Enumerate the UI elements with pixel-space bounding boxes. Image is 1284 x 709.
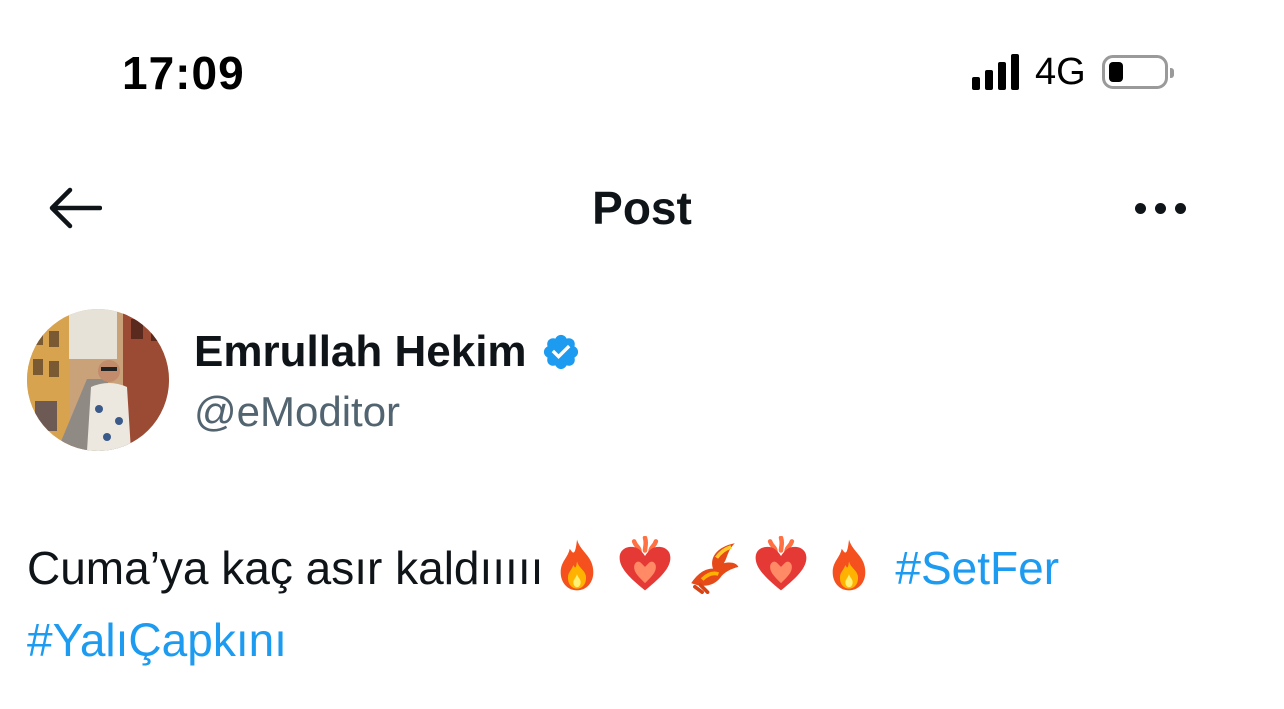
post-text: Cuma’ya kaç asır kaldııııı #SetFer #Yalı… [27, 532, 1267, 676]
battery-icon [1101, 55, 1174, 89]
more-options-button[interactable] [1124, 184, 1196, 232]
author-name-row[interactable]: Emrullah Hekim [194, 324, 581, 380]
fire-emoji-icon [561, 539, 594, 591]
avatar[interactable] [27, 309, 169, 451]
hashtag-link[interactable]: #SetFer [895, 542, 1059, 594]
more-dots-icon [1134, 202, 1146, 214]
cellular-signal-icon [972, 54, 1019, 90]
network-type: 4G [1035, 50, 1086, 93]
heart-on-fire-emoji-icon [756, 536, 807, 591]
verified-badge-icon [543, 334, 578, 370]
status-indicators: 4G [972, 50, 1174, 93]
page-title: Post [592, 182, 692, 234]
hashtag-link[interactable]: #YalıÇapkını [27, 614, 287, 666]
author-handle[interactable]: @eModitor [194, 388, 400, 436]
status-time: 17:09 [122, 47, 245, 99]
fire-emoji-icon [833, 539, 866, 591]
avatar-photo [27, 309, 169, 451]
battery-level [1108, 62, 1123, 82]
post-text-body: Cuma’ya kaç asır kaldııııı [27, 542, 544, 594]
author-display-name[interactable]: Emrullah Hekim [194, 327, 527, 377]
heart-on-fire-emoji-icon [620, 536, 671, 591]
flying-phoenix-emoji-icon [691, 543, 739, 594]
